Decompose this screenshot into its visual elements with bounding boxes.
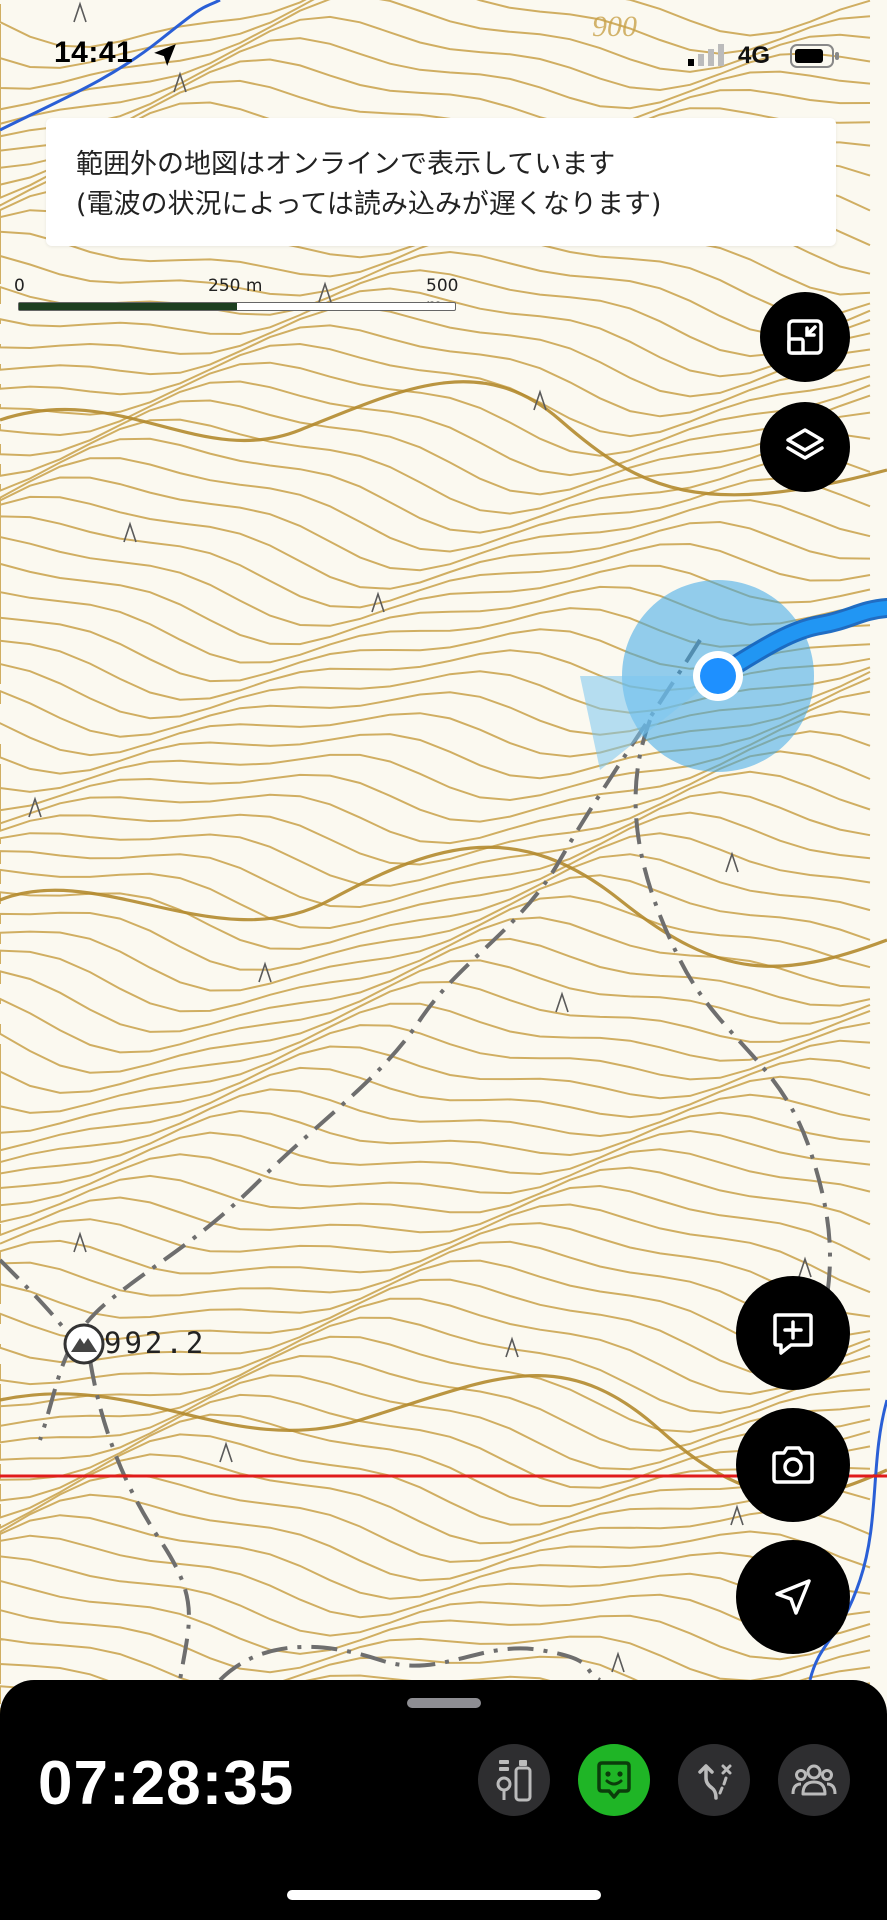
fit-screen-icon <box>787 319 823 355</box>
route-off-icon <box>698 1764 732 1800</box>
face-status-button[interactable] <box>578 1744 650 1816</box>
group-icon <box>791 1764 837 1796</box>
add-memo-icon <box>773 1313 813 1355</box>
scale-label-0: 0 <box>14 276 25 296</box>
camera-button[interactable] <box>736 1408 850 1522</box>
summit-marker-icon[interactable] <box>62 1322 106 1366</box>
gear-checklist-icon <box>496 1760 532 1802</box>
layers-icon <box>786 428 824 460</box>
offline-map-notice: 範囲外の地図はオンラインで表示しています (電波の状況によっては読み込みが遅くな… <box>46 118 836 246</box>
scale-track <box>18 302 456 311</box>
bottom-panel: 07:28:35 <box>0 1680 887 1920</box>
status-time: 14:41 <box>54 36 134 69</box>
location-arrow-icon <box>154 44 176 66</box>
navigation-arrow-icon <box>775 1579 811 1615</box>
gear-checklist-button[interactable] <box>478 1744 550 1816</box>
current-location-dot <box>693 651 743 701</box>
panel-drag-handle[interactable] <box>407 1698 481 1708</box>
layers-button[interactable] <box>760 402 850 492</box>
battery-icon <box>790 44 839 68</box>
notice-line-2: (電波の状況によっては読み込みが遅くなります) <box>76 189 662 220</box>
signal-strength-icon <box>688 44 724 66</box>
home-indicator <box>287 1890 601 1900</box>
scale-fill <box>19 303 237 310</box>
fit-screen-button[interactable] <box>760 292 850 382</box>
notice-line-1: 範囲外の地図はオンラインで表示しています <box>76 149 616 180</box>
locate-me-button[interactable] <box>736 1540 850 1654</box>
scale-bar: 0 250 m 500 m <box>14 276 458 316</box>
route-off-button[interactable] <box>678 1744 750 1816</box>
status-bar: 14:41 4G <box>0 0 887 110</box>
elapsed-timer: 07:28:35 <box>38 1749 295 1818</box>
network-type: 4G <box>738 42 771 69</box>
scale-label-250: 250 m <box>208 276 263 296</box>
add-memo-button[interactable] <box>736 1276 850 1390</box>
face-status-icon <box>597 1761 631 1799</box>
camera-icon <box>772 1446 814 1484</box>
group-button[interactable] <box>778 1744 850 1816</box>
summit-elevation-label: 992.2 <box>104 1326 207 1360</box>
